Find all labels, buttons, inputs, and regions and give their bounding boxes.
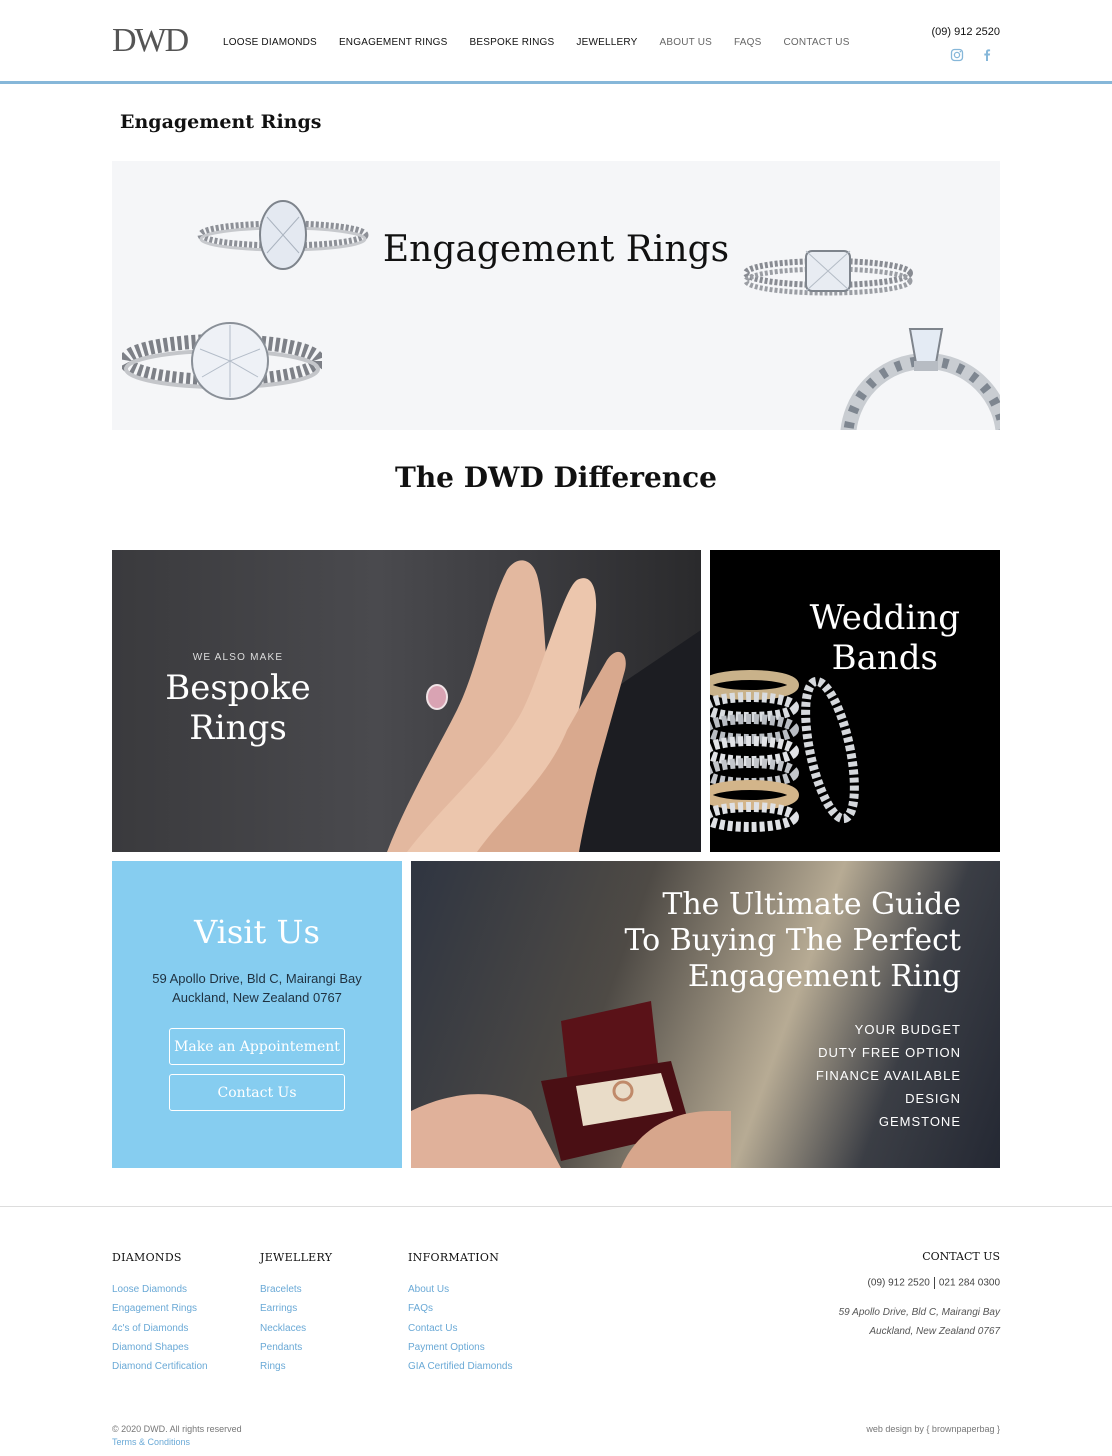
nav-contact-us[interactable]: CONTACT US xyxy=(784,37,850,48)
hero-banner: Engagement Rings xyxy=(112,161,1000,430)
ring-image-side xyxy=(840,328,1000,430)
bespoke-rings-tile[interactable]: WE ALSO MAKE Bespoke Rings xyxy=(112,550,701,852)
footer-link[interactable]: Contact Us xyxy=(408,1319,513,1338)
footer-divider xyxy=(0,1206,1112,1207)
footer-link[interactable]: Bracelets xyxy=(260,1280,332,1299)
wedding-title-line1: Wedding xyxy=(809,598,960,638)
footer-information-title: INFORMATION xyxy=(408,1251,500,1264)
footer-link[interactable]: Diamond Certification xyxy=(112,1357,208,1376)
main-nav: LOOSE DIAMONDS ENGAGEMENT RINGS BESPOKE … xyxy=(223,37,850,48)
footer-diamonds: DIAMONDS Loose Diamonds Engagement Rings… xyxy=(112,1251,208,1376)
visit-us-tile: Visit Us 59 Apollo Drive, Bld C, Mairang… xyxy=(112,861,402,1168)
hands-ring-image xyxy=(387,560,701,852)
make-appointment-button[interactable]: Make an Appointement xyxy=(169,1028,345,1065)
nav-faqs[interactable]: FAQS xyxy=(734,37,761,48)
footer-phone-2[interactable]: 021 284 0300 xyxy=(939,1278,1000,1289)
web-design-credit[interactable]: web design by { brownpaperbag } xyxy=(866,1424,1000,1434)
guide-title-line2: To Buying The Perfect xyxy=(624,923,961,958)
footer-link[interactable]: Payment Options xyxy=(408,1338,513,1357)
terms-link[interactable]: Terms & Conditions xyxy=(112,1437,190,1447)
guide-title-line3: Engagement Ring xyxy=(687,959,961,994)
contact-us-button[interactable]: Contact Us xyxy=(169,1074,345,1111)
wedding-bands-image xyxy=(710,670,859,832)
phone-separator xyxy=(933,1277,935,1289)
footer-link[interactable]: Engagement Rings xyxy=(112,1299,208,1318)
nav-about-us[interactable]: ABOUT US xyxy=(659,37,712,48)
footer-link[interactable]: 4c's of Diamonds xyxy=(112,1319,208,1338)
footer-link[interactable]: Earrings xyxy=(260,1299,332,1318)
bespoke-kicker: WE ALSO MAKE xyxy=(192,652,284,663)
site-logo[interactable]: DWD xyxy=(112,22,189,60)
visit-title: Visit Us xyxy=(194,913,320,951)
guide-topic: DUTY FREE OPTION xyxy=(818,1045,961,1060)
ring-image-pave xyxy=(122,322,322,400)
footer-address-line1: 59 Apollo Drive, Bld C, Mairangi Bay xyxy=(838,1307,1000,1318)
footer-diamonds-title: DIAMONDS xyxy=(112,1251,182,1264)
footer-link[interactable]: Diamond Shapes xyxy=(112,1338,208,1357)
site-header: DWD LOOSE DIAMONDS ENGAGEMENT RINGS BESP… xyxy=(0,0,1112,84)
copyright: © 2020 DWD. All rights reserved xyxy=(112,1424,242,1434)
guide-topics: YOUR BUDGET DUTY FREE OPTION FINANCE AVA… xyxy=(816,1018,961,1133)
footer-link[interactable]: About Us xyxy=(408,1280,513,1299)
wedding-bands-tile[interactable]: Wedding Bands xyxy=(710,550,1000,852)
social-links xyxy=(950,48,994,62)
guide-title-line1: The Ultimate Guide xyxy=(662,887,961,922)
footer-phone-1[interactable]: (09) 912 2520 xyxy=(868,1278,930,1289)
page-title: Engagement Rings xyxy=(120,111,322,133)
footer-contact-title: CONTACT US xyxy=(922,1250,1000,1263)
wedding-title-line2: Bands xyxy=(831,638,938,678)
footer-phones: (09) 912 2520 021 284 0300 xyxy=(839,1277,1000,1289)
bespoke-title-line2: Rings xyxy=(189,708,287,748)
footer-link[interactable]: Rings xyxy=(260,1357,332,1376)
wedding-title: Wedding Bands xyxy=(810,598,960,678)
footer-jewellery-title: JEWELLERY xyxy=(260,1251,333,1264)
footer-link[interactable]: Loose Diamonds xyxy=(112,1280,208,1299)
footer-jewellery: JEWELLERY Bracelets Earrings Necklaces P… xyxy=(260,1251,332,1376)
nav-jewellery[interactable]: JEWELLERY xyxy=(576,37,637,48)
footer-link[interactable]: FAQs xyxy=(408,1299,513,1318)
visit-address-line1: 59 Apollo Drive, Bld C, Mairangi Bay xyxy=(152,971,362,986)
section-title: The DWD Difference xyxy=(394,461,717,494)
footer-link[interactable]: Necklaces xyxy=(260,1319,332,1338)
bespoke-title-line1: Bespoke xyxy=(165,668,311,708)
guide-topic: GEMSTONE xyxy=(878,1114,961,1129)
nav-bespoke-rings[interactable]: BESPOKE RINGS xyxy=(470,37,555,48)
guide-title: The Ultimate Guide To Buying The Perfect… xyxy=(624,887,961,995)
visit-address-line2: Auckland, New Zealand 0767 xyxy=(172,990,342,1005)
guide-topic: DESIGN xyxy=(905,1091,961,1106)
header-phone[interactable]: (09) 912 2520 xyxy=(932,26,1001,38)
buying-guide-tile[interactable]: The Ultimate Guide To Buying The Perfect… xyxy=(411,861,1000,1168)
guide-topic: YOUR BUDGET xyxy=(854,1022,961,1037)
footer-link[interactable]: GIA Certified Diamonds xyxy=(408,1357,513,1376)
guide-topic: FINANCE AVAILABLE xyxy=(815,1068,961,1083)
footer-contact: CONTACT US (09) 912 2520 021 284 0300 59 … xyxy=(839,1250,1000,1341)
bespoke-title: Bespoke Rings xyxy=(152,668,324,748)
nav-loose-diamonds[interactable]: LOOSE DIAMONDS xyxy=(223,37,317,48)
visit-address: 59 Apollo Drive, Bld C, Mairangi Bay Auc… xyxy=(112,969,402,1007)
footer-address-line2: Auckland, New Zealand 0767 xyxy=(869,1326,1000,1337)
instagram-icon[interactable] xyxy=(950,48,964,62)
facebook-icon[interactable] xyxy=(980,48,994,62)
footer-information: INFORMATION About Us FAQs Contact Us Pay… xyxy=(408,1251,513,1376)
footer-address: 59 Apollo Drive, Bld C, Mairangi Bay Auc… xyxy=(839,1303,1000,1341)
footer-link[interactable]: Pendants xyxy=(260,1338,332,1357)
nav-engagement-rings[interactable]: ENGAGEMENT RINGS xyxy=(339,37,448,48)
hero-title: Engagement Rings xyxy=(382,229,730,270)
